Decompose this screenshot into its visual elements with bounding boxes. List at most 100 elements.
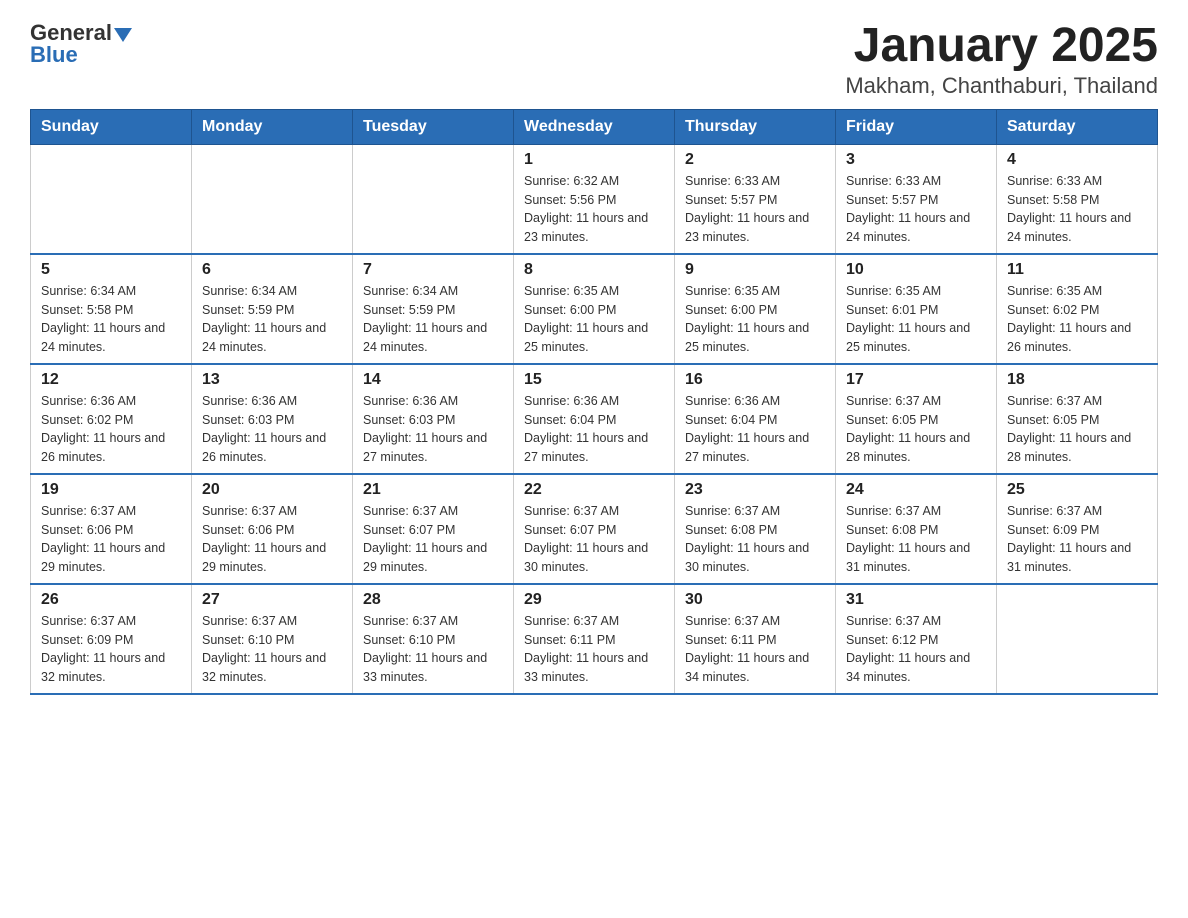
day-info: Sunrise: 6:37 AMSunset: 6:05 PMDaylight:…	[1007, 392, 1147, 467]
calendar-subtitle: Makham, Chanthaburi, Thailand	[845, 73, 1158, 99]
day-number: 16	[685, 371, 825, 389]
day-number: 5	[41, 261, 181, 279]
day-info: Sunrise: 6:34 AMSunset: 5:59 PMDaylight:…	[202, 282, 342, 357]
calendar-day-cell: 7 Sunrise: 6:34 AMSunset: 5:59 PMDaylight…	[353, 254, 514, 364]
calendar-day-cell: 29 Sunrise: 6:37 AMSunset: 6:11 PMDayligh…	[514, 584, 675, 694]
calendar-day-cell: 19 Sunrise: 6:37 AMSunset: 6:06 PMDayligh…	[31, 474, 192, 584]
day-info: Sunrise: 6:36 AMSunset: 6:04 PMDaylight:…	[685, 392, 825, 467]
calendar-day-cell: 5 Sunrise: 6:34 AMSunset: 5:58 PMDaylight…	[31, 254, 192, 364]
day-number: 6	[202, 261, 342, 279]
calendar-weekday-header: Monday	[192, 109, 353, 144]
day-info: Sunrise: 6:33 AMSunset: 5:57 PMDaylight:…	[685, 172, 825, 247]
calendar-day-cell: 11 Sunrise: 6:35 AMSunset: 6:02 PMDayligh…	[997, 254, 1158, 364]
day-number: 15	[524, 371, 664, 389]
day-info: Sunrise: 6:34 AMSunset: 5:58 PMDaylight:…	[41, 282, 181, 357]
title-block: January 2025 Makham, Chanthaburi, Thaila…	[845, 20, 1158, 99]
day-info: Sunrise: 6:37 AMSunset: 6:06 PMDaylight:…	[202, 502, 342, 577]
calendar-day-cell: 28 Sunrise: 6:37 AMSunset: 6:10 PMDayligh…	[353, 584, 514, 694]
day-info: Sunrise: 6:35 AMSunset: 6:02 PMDaylight:…	[1007, 282, 1147, 357]
day-number: 28	[363, 591, 503, 609]
day-info: Sunrise: 6:36 AMSunset: 6:03 PMDaylight:…	[363, 392, 503, 467]
calendar-day-cell	[192, 144, 353, 254]
day-number: 4	[1007, 151, 1147, 169]
calendar-day-cell: 2 Sunrise: 6:33 AMSunset: 5:57 PMDaylight…	[675, 144, 836, 254]
calendar-weekday-header: Wednesday	[514, 109, 675, 144]
day-number: 18	[1007, 371, 1147, 389]
day-number: 22	[524, 481, 664, 499]
calendar-day-cell: 1Sunrise: 6:32 AMSunset: 5:56 PMDaylight…	[514, 144, 675, 254]
logo-blue-text: Blue	[30, 42, 78, 68]
day-info: Sunrise: 6:36 AMSunset: 6:03 PMDaylight:…	[202, 392, 342, 467]
calendar-weekday-header: Sunday	[31, 109, 192, 144]
calendar-day-cell: 30Sunrise: 6:37 AMSunset: 6:11 PMDayligh…	[675, 584, 836, 694]
calendar-weekday-header: Friday	[836, 109, 997, 144]
day-info: Sunrise: 6:37 AMSunset: 6:10 PMDaylight:…	[202, 612, 342, 687]
day-number: 19	[41, 481, 181, 499]
day-info: Sunrise: 6:35 AMSunset: 6:00 PMDaylight:…	[524, 282, 664, 357]
day-info: Sunrise: 6:37 AMSunset: 6:11 PMDaylight:…	[524, 612, 664, 687]
day-info: Sunrise: 6:35 AMSunset: 6:01 PMDaylight:…	[846, 282, 986, 357]
day-info: Sunrise: 6:36 AMSunset: 6:04 PMDaylight:…	[524, 392, 664, 467]
day-info: Sunrise: 6:33 AMSunset: 5:57 PMDaylight:…	[846, 172, 986, 247]
day-number: 2	[685, 151, 825, 169]
day-info: Sunrise: 6:37 AMSunset: 6:09 PMDaylight:…	[1007, 502, 1147, 577]
logo: General Blue	[30, 20, 132, 68]
calendar-title: January 2025	[845, 20, 1158, 73]
day-number: 29	[524, 591, 664, 609]
day-info: Sunrise: 6:34 AMSunset: 5:59 PMDaylight:…	[363, 282, 503, 357]
calendar-day-cell: 24Sunrise: 6:37 AMSunset: 6:08 PMDayligh…	[836, 474, 997, 584]
day-number: 20	[202, 481, 342, 499]
day-info: Sunrise: 6:37 AMSunset: 6:11 PMDaylight:…	[685, 612, 825, 687]
day-number: 21	[363, 481, 503, 499]
calendar-day-cell: 12Sunrise: 6:36 AMSunset: 6:02 PMDayligh…	[31, 364, 192, 474]
day-number: 23	[685, 481, 825, 499]
day-info: Sunrise: 6:37 AMSunset: 6:06 PMDaylight:…	[41, 502, 181, 577]
calendar-day-cell: 3 Sunrise: 6:33 AMSunset: 5:57 PMDaylight…	[836, 144, 997, 254]
calendar-day-cell	[353, 144, 514, 254]
calendar-day-cell: 25 Sunrise: 6:37 AMSunset: 6:09 PMDayligh…	[997, 474, 1158, 584]
day-number: 26	[41, 591, 181, 609]
day-info: Sunrise: 6:37 AMSunset: 6:09 PMDaylight:…	[41, 612, 181, 687]
calendar-day-cell: 26 Sunrise: 6:37 AMSunset: 6:09 PMDayligh…	[31, 584, 192, 694]
day-number: 12	[41, 371, 181, 389]
day-info: Sunrise: 6:37 AMSunset: 6:05 PMDaylight:…	[846, 392, 986, 467]
day-number: 9	[685, 261, 825, 279]
day-info: Sunrise: 6:37 AMSunset: 6:07 PMDaylight:…	[524, 502, 664, 577]
calendar-day-cell: 14Sunrise: 6:36 AMSunset: 6:03 PMDayligh…	[353, 364, 514, 474]
calendar-day-cell	[31, 144, 192, 254]
calendar-week-row: 1Sunrise: 6:32 AMSunset: 5:56 PMDaylight…	[31, 144, 1158, 254]
day-number: 27	[202, 591, 342, 609]
day-info: Sunrise: 6:37 AMSunset: 6:10 PMDaylight:…	[363, 612, 503, 687]
calendar-day-cell: 31 Sunrise: 6:37 AMSunset: 6:12 PMDayligh…	[836, 584, 997, 694]
calendar-day-cell: 15 Sunrise: 6:36 AMSunset: 6:04 PMDayligh…	[514, 364, 675, 474]
calendar-day-cell: 27 Sunrise: 6:37 AMSunset: 6:10 PMDayligh…	[192, 584, 353, 694]
day-number: 7	[363, 261, 503, 279]
calendar-weekday-header: Thursday	[675, 109, 836, 144]
day-info: Sunrise: 6:37 AMSunset: 6:08 PMDaylight:…	[846, 502, 986, 577]
day-number: 8	[524, 261, 664, 279]
calendar-day-cell: 4 Sunrise: 6:33 AMSunset: 5:58 PMDaylight…	[997, 144, 1158, 254]
day-info: Sunrise: 6:37 AMSunset: 6:07 PMDaylight:…	[363, 502, 503, 577]
day-number: 3	[846, 151, 986, 169]
day-number: 10	[846, 261, 986, 279]
page-header: General Blue January 2025 Makham, Chanth…	[30, 20, 1158, 99]
logo-triangle-icon	[114, 28, 132, 42]
calendar-day-cell: 10 Sunrise: 6:35 AMSunset: 6:01 PMDayligh…	[836, 254, 997, 364]
day-number: 25	[1007, 481, 1147, 499]
calendar-weekday-header: Saturday	[997, 109, 1158, 144]
calendar-day-cell: 13 Sunrise: 6:36 AMSunset: 6:03 PMDayligh…	[192, 364, 353, 474]
calendar-day-cell: 20 Sunrise: 6:37 AMSunset: 6:06 PMDayligh…	[192, 474, 353, 584]
day-info: Sunrise: 6:37 AMSunset: 6:12 PMDaylight:…	[846, 612, 986, 687]
day-number: 11	[1007, 261, 1147, 279]
day-info: Sunrise: 6:32 AMSunset: 5:56 PMDaylight:…	[524, 172, 664, 247]
calendar-day-cell: 9 Sunrise: 6:35 AMSunset: 6:00 PMDaylight…	[675, 254, 836, 364]
day-info: Sunrise: 6:33 AMSunset: 5:58 PMDaylight:…	[1007, 172, 1147, 247]
day-number: 13	[202, 371, 342, 389]
calendar-week-row: 12Sunrise: 6:36 AMSunset: 6:02 PMDayligh…	[31, 364, 1158, 474]
calendar-day-cell: 21 Sunrise: 6:37 AMSunset: 6:07 PMDayligh…	[353, 474, 514, 584]
calendar-day-cell: 17Sunrise: 6:37 AMSunset: 6:05 PMDayligh…	[836, 364, 997, 474]
calendar-weekday-header: Tuesday	[353, 109, 514, 144]
day-number: 31	[846, 591, 986, 609]
calendar-day-cell	[997, 584, 1158, 694]
day-info: Sunrise: 6:35 AMSunset: 6:00 PMDaylight:…	[685, 282, 825, 357]
